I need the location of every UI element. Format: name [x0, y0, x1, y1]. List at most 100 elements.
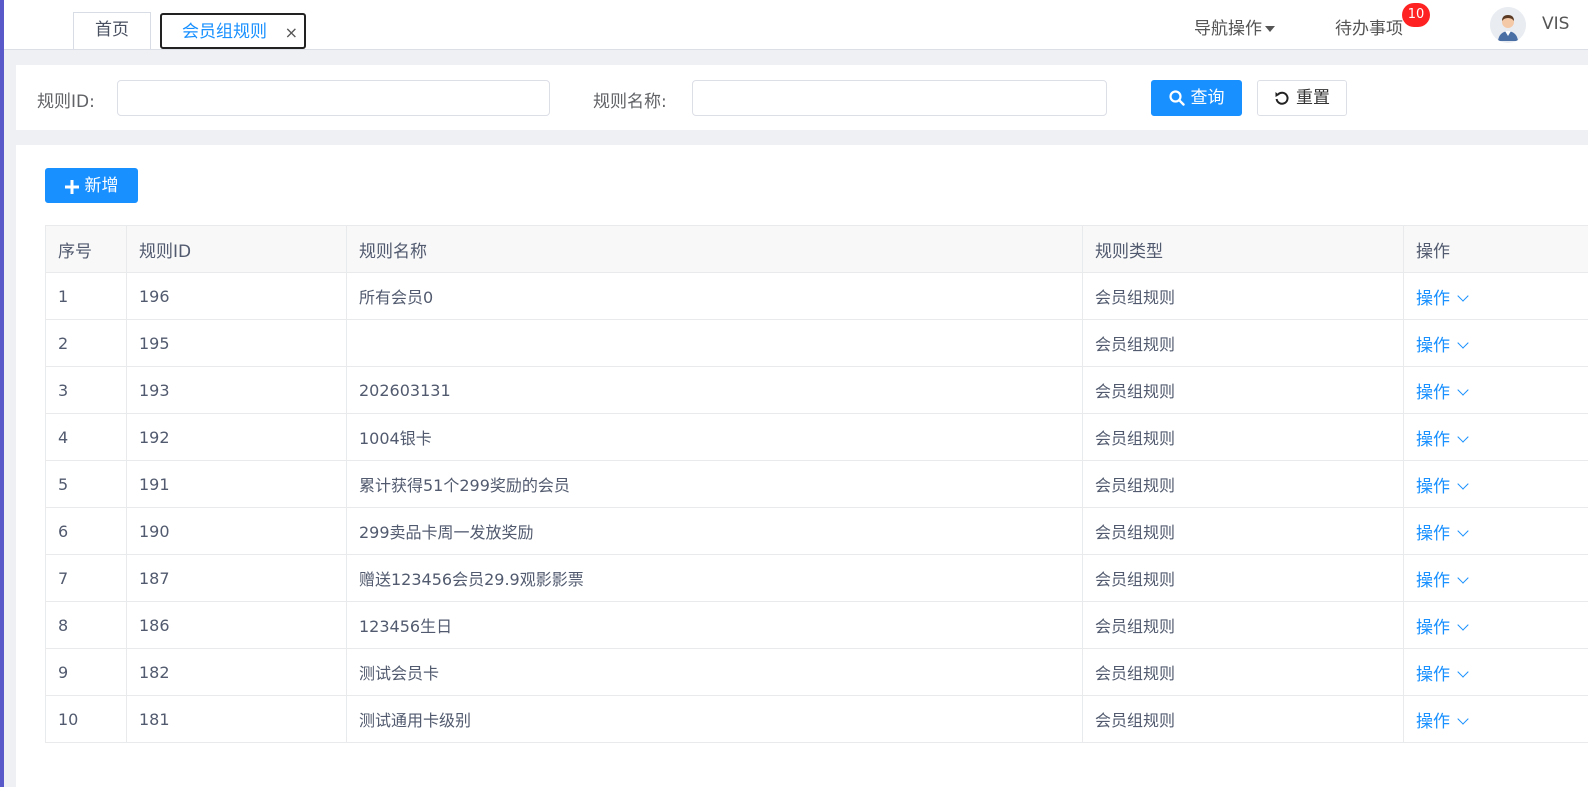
query-button[interactable]: 查询: [1151, 80, 1242, 116]
cell-actions: 操作: [1403, 413, 1588, 461]
actions-label: 操作: [1416, 570, 1450, 591]
cell-rule-name: 202603131: [346, 366, 1083, 414]
cell-actions: 操作: [1403, 554, 1588, 602]
cell-index: 7: [45, 554, 127, 602]
row-actions-dropdown[interactable]: 操作: [1416, 618, 1469, 638]
user-name[interactable]: VIS: [1542, 14, 1569, 34]
cell-actions: 操作: [1403, 366, 1588, 414]
table-header-row: 序号 规则ID 规则名称 规则类型 操作: [45, 225, 1588, 273]
cell-rule-id: 187: [126, 554, 347, 602]
actions-label: 操作: [1416, 664, 1450, 685]
cell-actions: 操作: [1403, 272, 1588, 320]
cell-rule-type: 会员组规则: [1082, 507, 1404, 555]
table-row: 10 181 测试通用卡级别 会员组规则 操作: [45, 695, 1588, 743]
cell-rule-id: 196: [126, 272, 347, 320]
tab-home[interactable]: 首页: [73, 12, 151, 49]
top-bar: 首页 会员组规则 × 导航操作 待办事项 10 VIS: [4, 0, 1588, 50]
column-header-rule-type: 规则类型: [1082, 225, 1404, 273]
actions-label: 操作: [1416, 382, 1450, 403]
row-actions-dropdown[interactable]: 操作: [1416, 289, 1469, 309]
reset-button-label: 重置: [1296, 88, 1330, 108]
cell-rule-name: 1004银卡: [346, 413, 1083, 461]
table-row: 9 182 测试会员卡 会员组规则 操作: [45, 648, 1588, 696]
rule-id-input[interactable]: [117, 80, 550, 116]
cell-rule-name: 123456生日: [346, 601, 1083, 649]
chevron-down-icon: [1457, 289, 1469, 302]
cell-index: 5: [45, 460, 127, 508]
cell-actions: 操作: [1403, 695, 1588, 743]
cell-index: 8: [45, 601, 127, 649]
todo-link[interactable]: 待办事项: [1335, 14, 1403, 39]
cell-rule-type: 会员组规则: [1082, 272, 1404, 320]
reset-button[interactable]: 重置: [1257, 80, 1347, 116]
caret-down-icon: [1265, 26, 1275, 32]
cell-rule-type: 会员组规则: [1082, 413, 1404, 461]
cell-index: 6: [45, 507, 127, 555]
table-row: 5 191 累计获得51个299奖励的会员 会员组规则 操作: [45, 460, 1588, 508]
cell-rule-name: 赠送123456会员29.9观影影票: [346, 554, 1083, 602]
row-actions-dropdown[interactable]: 操作: [1416, 570, 1469, 591]
row-actions-dropdown[interactable]: 操作: [1416, 335, 1469, 356]
actions-label: 操作: [1416, 711, 1450, 732]
chevron-down-icon: [1457, 336, 1469, 349]
column-header-actions: 操作: [1403, 225, 1588, 273]
table-row: 8 186 123456生日 会员组规则 操作: [45, 601, 1588, 649]
cell-rule-type: 会员组规则: [1082, 554, 1404, 602]
table-row: 3 193 202603131 会员组规则 操作: [45, 366, 1588, 414]
tab-label: 会员组规则: [182, 22, 267, 42]
cell-index: 2: [45, 319, 127, 367]
search-icon: [1168, 90, 1185, 106]
table-row: 2 195 会员组规则 操作: [45, 319, 1588, 367]
cell-rule-name: 299卖品卡周一发放奖励: [346, 507, 1083, 555]
avatar[interactable]: [1490, 7, 1526, 43]
chevron-down-icon: [1457, 571, 1469, 584]
plus-icon: [64, 180, 79, 194]
cell-rule-id: 186: [126, 601, 347, 649]
column-header-index: 序号: [45, 225, 127, 273]
todo-label: 待办事项: [1335, 19, 1403, 39]
main-panel: 新增 序号 规则ID 规则名称 规则类型 操作 1 196 所有会员0 会员组规…: [16, 145, 1588, 787]
add-button-label: 新增: [84, 176, 119, 196]
cell-index: 9: [45, 648, 127, 696]
cell-rule-id: 193: [126, 366, 347, 414]
row-actions-dropdown[interactable]: 操作: [1416, 382, 1469, 403]
row-actions-dropdown[interactable]: 操作: [1416, 476, 1469, 497]
chevron-down-icon: [1457, 524, 1469, 537]
row-actions-dropdown[interactable]: 操作: [1416, 711, 1469, 732]
table-row: 7 187 赠送123456会员29.9观影影票 会员组规则 操作: [45, 554, 1588, 602]
add-button[interactable]: 新增: [45, 168, 138, 203]
cell-rule-id: 182: [126, 648, 347, 696]
rule-id-label: 规则ID:: [37, 92, 95, 112]
row-actions-dropdown[interactable]: 操作: [1416, 430, 1469, 450]
cell-rule-name: 累计获得51个299奖励的会员: [346, 460, 1083, 508]
tab-member-group-rules[interactable]: 会员组规则 ×: [160, 13, 306, 49]
chevron-down-icon: [1457, 618, 1469, 631]
row-actions-dropdown[interactable]: 操作: [1416, 524, 1469, 544]
cell-rule-type: 会员组规则: [1082, 648, 1404, 696]
actions-label: 操作: [1416, 335, 1450, 356]
actions-label: 操作: [1416, 476, 1450, 497]
window-left-border: [0, 0, 4, 787]
cell-rule-type: 会员组规则: [1082, 460, 1404, 508]
user-avatar-icon: [1490, 7, 1526, 43]
cell-rule-id: 190: [126, 507, 347, 555]
cell-rule-id: 191: [126, 460, 347, 508]
cell-rule-id: 192: [126, 413, 347, 461]
chevron-down-icon: [1457, 430, 1469, 443]
cell-rule-type: 会员组规则: [1082, 366, 1404, 414]
cell-actions: 操作: [1403, 601, 1588, 649]
nav-operations-label: 导航操作: [1194, 19, 1262, 39]
cell-rule-type: 会员组规则: [1082, 601, 1404, 649]
query-button-label: 查询: [1190, 88, 1225, 108]
table-row: 6 190 299卖品卡周一发放奖励 会员组规则 操作: [45, 507, 1588, 555]
chevron-down-icon: [1457, 383, 1469, 396]
cell-rule-name: 所有会员0: [346, 272, 1083, 320]
rules-table: 序号 规则ID 规则名称 规则类型 操作 1 196 所有会员0 会员组规则 操…: [45, 225, 1588, 743]
close-icon[interactable]: ×: [285, 15, 298, 50]
chevron-down-icon: [1457, 712, 1469, 725]
nav-operations-menu[interactable]: 导航操作: [1194, 14, 1275, 39]
cell-actions: 操作: [1403, 319, 1588, 367]
row-actions-dropdown[interactable]: 操作: [1416, 664, 1469, 685]
cell-rule-name: 测试会员卡: [346, 648, 1083, 696]
rule-name-input[interactable]: [692, 80, 1107, 116]
